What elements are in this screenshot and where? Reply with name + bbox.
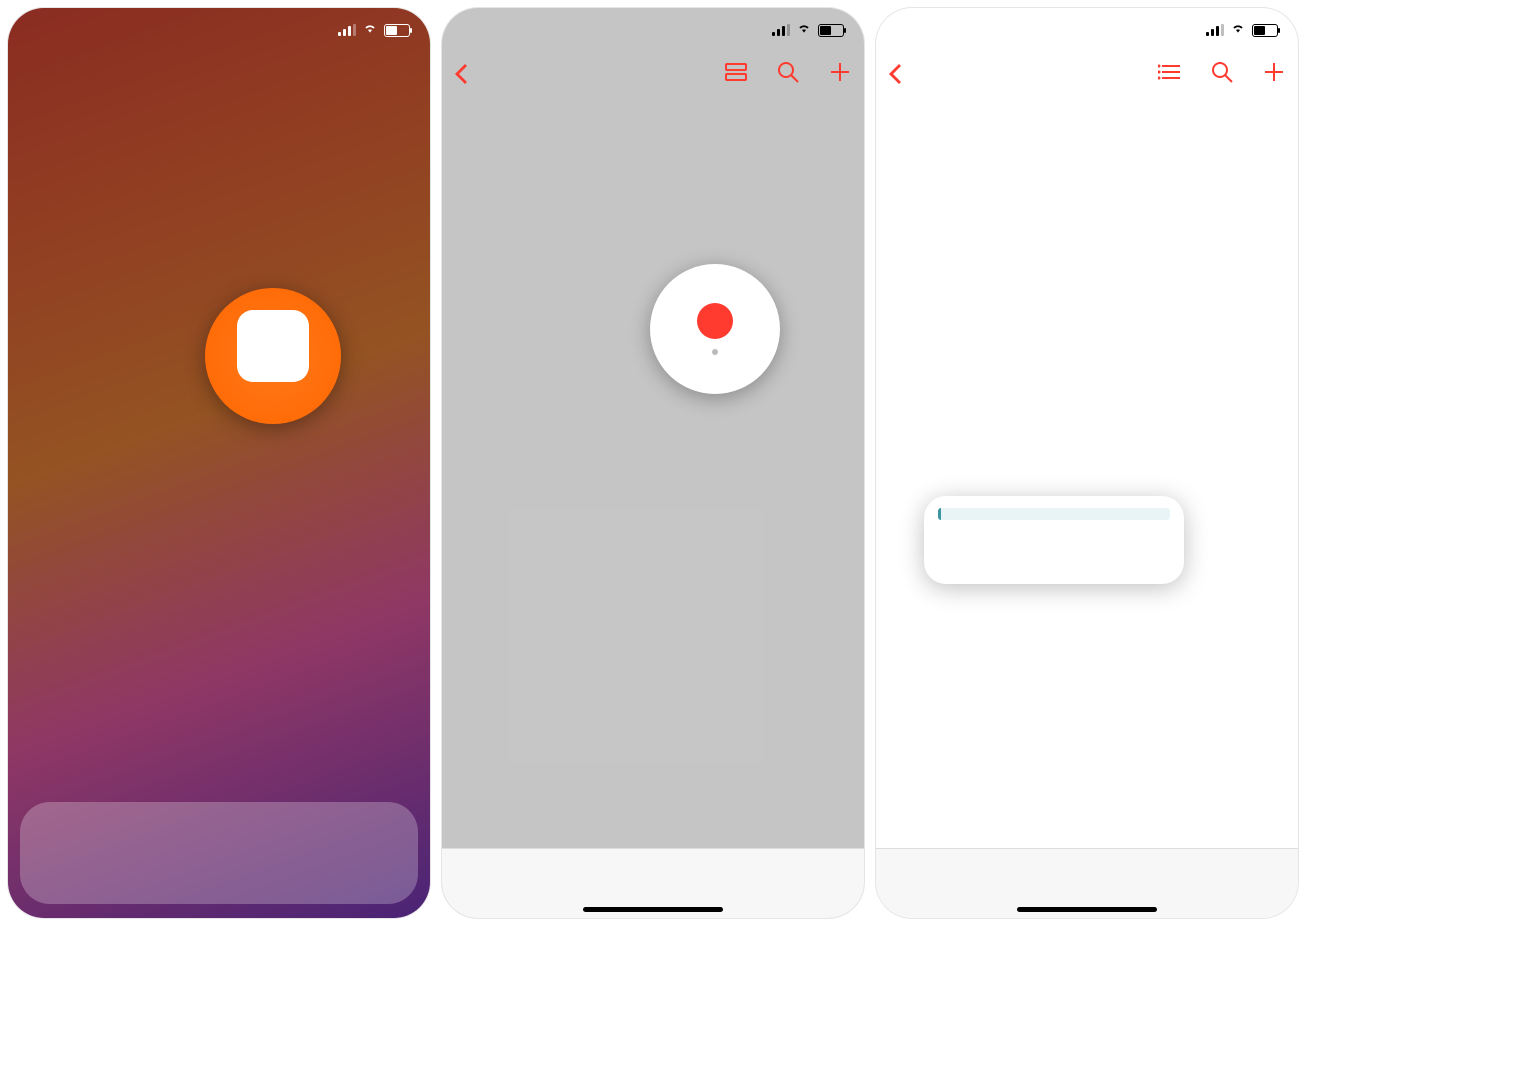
list-view-icon[interactable] — [1158, 60, 1182, 89]
status-bar — [8, 8, 430, 52]
view-mode-icon[interactable] — [724, 60, 748, 89]
screenshot-home — [8, 8, 430, 918]
home-indicator[interactable] — [1017, 907, 1157, 912]
battery-icon — [818, 24, 844, 37]
battery-icon — [1252, 24, 1278, 37]
highlight-calendar-app[interactable] — [205, 288, 341, 424]
home-indicator[interactable] — [583, 907, 723, 912]
screenshot-calendar-day — [876, 8, 1298, 918]
months-container[interactable] — [442, 112, 864, 848]
status-bar — [442, 8, 864, 52]
highlight-event[interactable] — [924, 496, 1184, 584]
highlight-today-cell[interactable] — [650, 264, 780, 394]
home-dock — [20, 802, 418, 904]
add-event-icon[interactable] — [828, 60, 852, 89]
home-app-grid — [8, 68, 430, 78]
battery-icon — [384, 24, 410, 37]
wifi-icon — [1230, 21, 1246, 39]
cellular-icon — [1206, 24, 1224, 36]
week-strip — [876, 98, 1298, 112]
wifi-icon — [362, 21, 378, 39]
calendar-navbar — [442, 52, 864, 96]
wifi-icon — [796, 21, 812, 39]
cellular-icon — [338, 24, 356, 36]
back-to-month-button[interactable] — [888, 64, 906, 84]
highlight-day-number — [697, 303, 733, 339]
back-to-year-button[interactable] — [454, 64, 472, 84]
search-icon[interactable] — [1210, 60, 1234, 89]
search-icon[interactable] — [776, 60, 800, 89]
screenshot-calendar-month — [442, 8, 864, 918]
status-bar — [876, 8, 1298, 52]
cellular-icon — [772, 24, 790, 36]
add-event-icon[interactable] — [1262, 60, 1286, 89]
event-dot-icon — [712, 349, 718, 355]
calendar-navbar — [876, 52, 1298, 96]
